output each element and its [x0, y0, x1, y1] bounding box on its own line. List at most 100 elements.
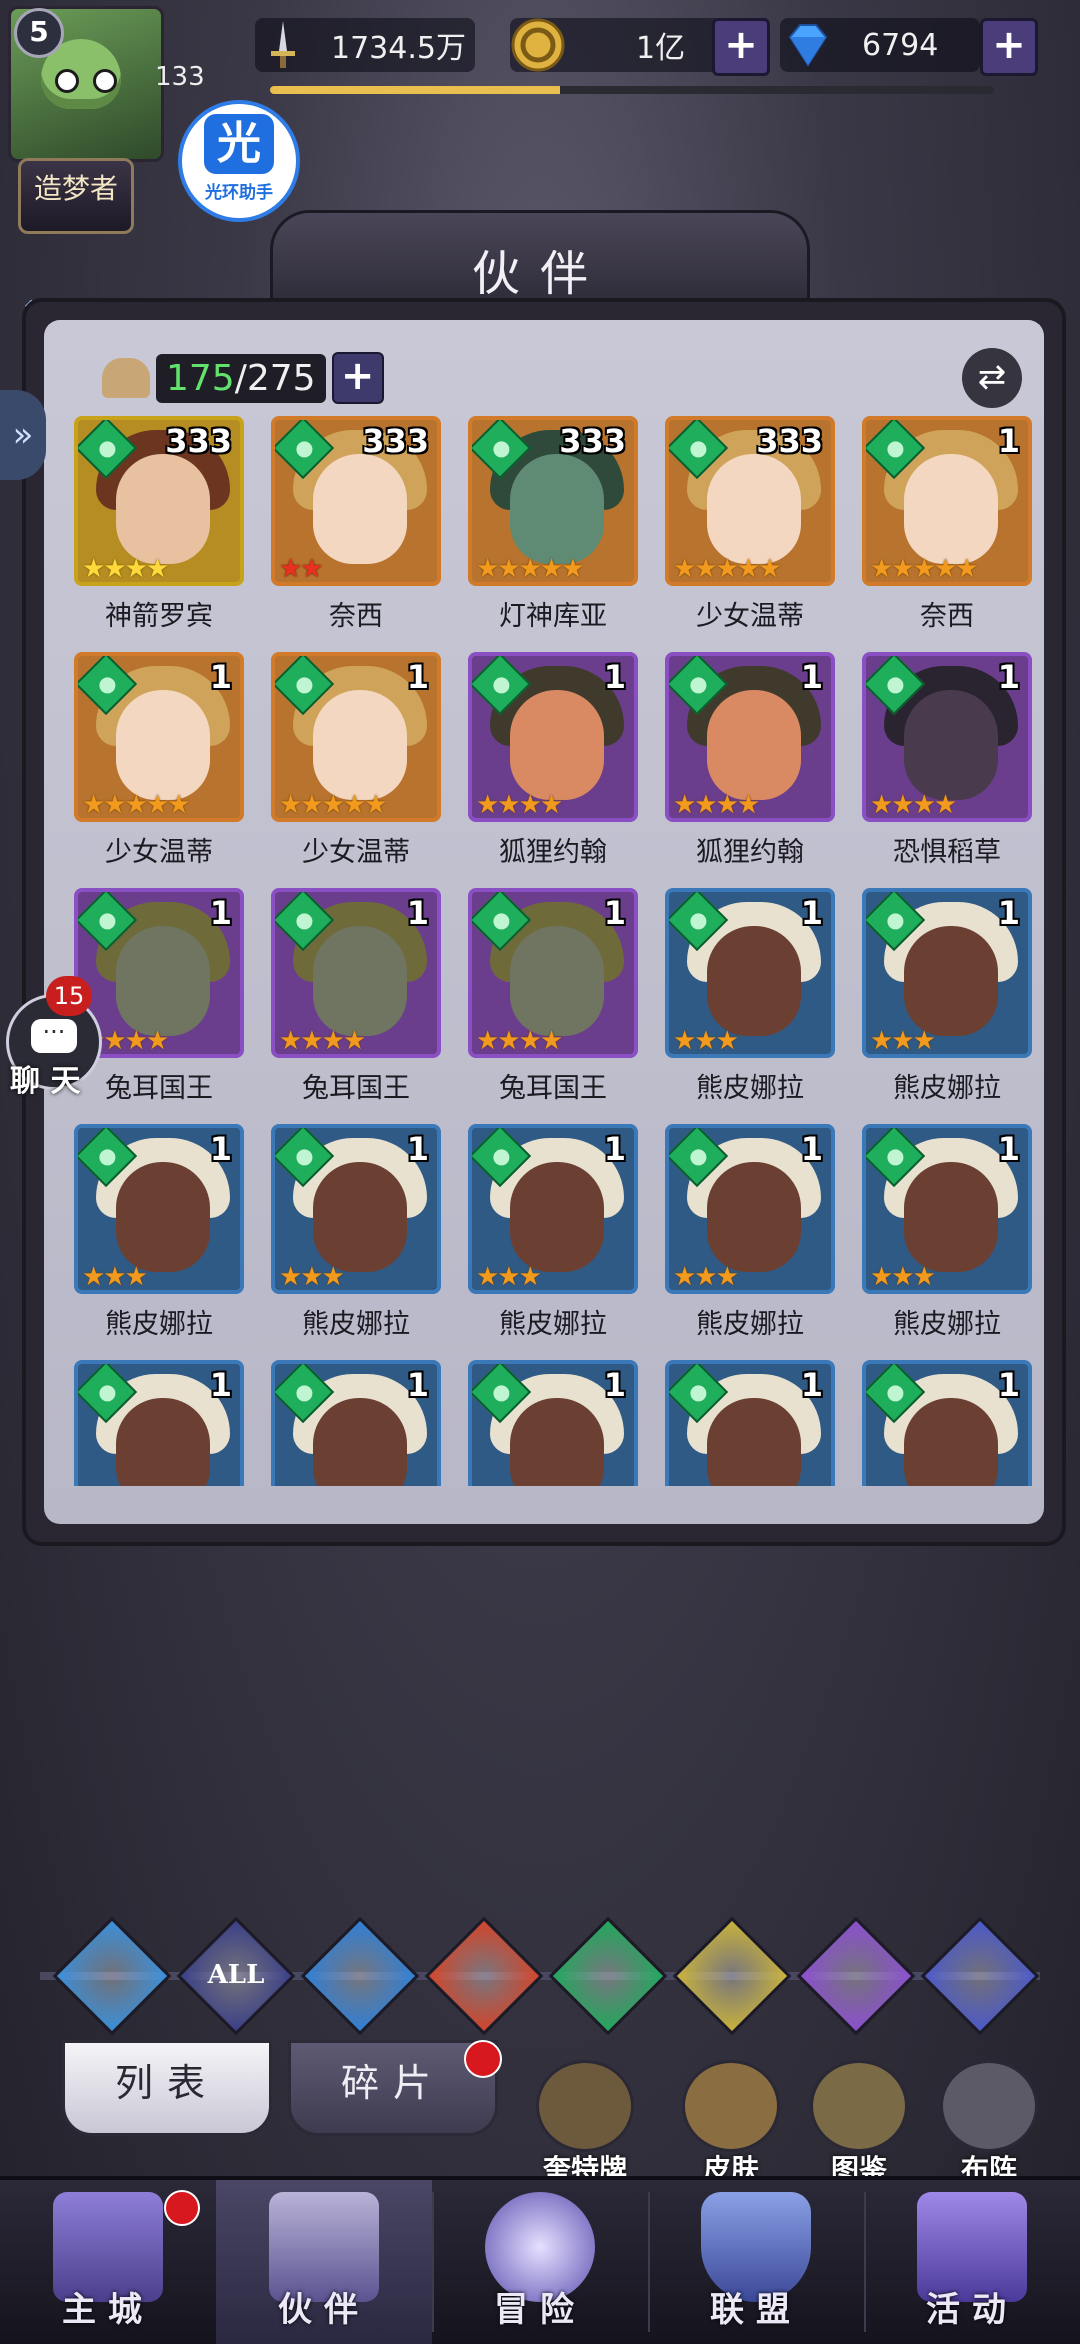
hero-card[interactable]: 1 ★★★★ 狐狸约翰 — [468, 652, 644, 882]
hero-card[interactable]: 1★★★熊皮娜拉 — [468, 1360, 644, 1486]
hero-card[interactable]: 1★★★熊皮娜拉 — [271, 1124, 447, 1354]
sort-swap-icon[interactable]: ⇄ — [962, 348, 1022, 408]
hero-level: 1 — [209, 894, 232, 932]
hero-card[interactable]: 1 ★★★★ 兔耳国王 — [74, 888, 250, 1118]
filter-cosmic[interactable] — [920, 1916, 1040, 2036]
hero-card[interactable]: 1★★★熊皮娜拉 — [468, 1124, 644, 1354]
hero-stars: ★★★★★ — [673, 554, 782, 584]
hero-stars: ★★ — [279, 554, 324, 584]
power-resource: 1734.5万 — [255, 18, 475, 72]
hero-portrait: 1★★★ — [74, 1360, 244, 1486]
nav-main-city[interactable]: 主城 — [0, 2180, 216, 2344]
hero-stars: ★★★ — [870, 1262, 936, 1292]
hero-level: 1 — [406, 1130, 429, 1168]
hero-card[interactable]: 1★★★熊皮娜拉 — [271, 1360, 447, 1486]
hero-name: 熊皮娜拉 — [302, 1309, 410, 1340]
hero-card[interactable]: 1★★★熊皮娜拉 — [665, 1360, 841, 1486]
helper-label: 光环助手 — [205, 183, 273, 203]
hero-card[interactable]: 1★★★熊皮娜拉 — [74, 1360, 250, 1486]
hero-name: 兔耳国王 — [499, 1073, 607, 1104]
tab-list[interactable]: 列表 — [62, 2040, 272, 2136]
hero-name: 少女温蒂 — [302, 837, 410, 868]
diamond-icon — [788, 24, 828, 67]
gem-amount: 6794 — [862, 27, 939, 63]
quest-cards-button[interactable]: 奎特牌 — [530, 2060, 640, 2188]
filter-dark[interactable] — [796, 1916, 916, 2036]
hero-level: 1 — [209, 1130, 232, 1168]
hero-level: 1 — [603, 1366, 626, 1404]
hero-portrait: 1★★★ — [271, 1360, 441, 1486]
hero-card[interactable]: 1 ★★★★★ 少女温蒂 — [74, 652, 250, 882]
hero-card[interactable]: 1 ★★★★ 兔耳国王 — [468, 888, 644, 1118]
hero-card[interactable]: 1 ★★★★ 恐惧稻草 — [862, 652, 1036, 882]
formation-button[interactable]: 布阵 — [934, 2060, 1044, 2188]
skins-button[interactable]: 皮肤 — [676, 2060, 786, 2188]
hero-card[interactable]: 1★★★熊皮娜拉 — [862, 1360, 1036, 1486]
hero-card[interactable]: 1 ★★★★★ 奈西 — [862, 416, 1036, 646]
hero-card[interactable]: 333 ★★★★ 神箭罗宾 — [74, 416, 250, 646]
hero-card[interactable]: 1 ★★★★ 狐狸约翰 — [665, 652, 841, 882]
exp-progress-fill — [270, 86, 560, 94]
partner-count: 175/275 + — [102, 352, 384, 404]
hero-level: 1 — [800, 894, 823, 932]
cards-icon — [536, 2060, 634, 2152]
exp-progress-bar — [270, 86, 994, 94]
hero-stars: ★★★ — [476, 1262, 542, 1292]
hero-name: 灯神库亚 — [499, 601, 607, 632]
hero-portrait: 333 ★★★★★ — [665, 416, 835, 586]
hero-card[interactable]: 1★★★熊皮娜拉 — [862, 888, 1036, 1118]
hero-card[interactable]: 333 ★★★★★ 少女温蒂 — [665, 416, 841, 646]
nav-adventure[interactable]: 冒险 — [432, 2180, 648, 2344]
filter-water[interactable] — [300, 1916, 420, 2036]
side-expand-icon[interactable]: » — [0, 390, 46, 480]
hero-portrait: 1 ★★★★ — [468, 652, 638, 822]
filter-fire[interactable] — [424, 1916, 544, 2036]
hero-card[interactable]: 1★★★熊皮娜拉 — [665, 888, 841, 1118]
nav-partners[interactable]: 伙伴 — [216, 2180, 432, 2344]
hero-card[interactable]: 1 ★★★ 熊皮娜拉 — [74, 1124, 250, 1354]
hero-portrait: 1 ★★★★★ — [862, 416, 1032, 586]
hero-stars: ★★★★ — [82, 554, 169, 584]
hero-name: 熊皮娜拉 — [105, 1309, 213, 1340]
hero-card[interactable]: 333 ★★★★★ 灯神库亚 — [468, 416, 644, 646]
add-gold-button[interactable]: + — [712, 18, 770, 76]
costume-icon — [682, 2060, 780, 2152]
codex-button[interactable]: 图鉴 — [804, 2060, 914, 2188]
hero-name: 熊皮娜拉 — [893, 1309, 1001, 1340]
power-amount: 1734.5万 — [331, 31, 466, 66]
hero-level: 1 — [603, 1130, 626, 1168]
hero-name: 兔耳国王 — [105, 1073, 213, 1104]
rank-label: 造梦者 — [33, 172, 118, 205]
hero-card[interactable]: 333 ★★ 奈西 — [271, 416, 447, 646]
filter-wind[interactable] — [548, 1916, 668, 2036]
player-exp-level: 133 — [155, 62, 205, 92]
nav-alliance-label: 联盟 — [710, 2290, 802, 2330]
nav-events[interactable]: 活动 — [864, 2180, 1080, 2344]
hero-level: 1 — [209, 658, 232, 696]
main-city-notification-dot — [164, 2190, 200, 2226]
hero-name: 奈西 — [920, 601, 974, 632]
partner-count-separator: / — [234, 357, 247, 399]
filter-default[interactable] — [52, 1916, 172, 2036]
hero-level: 1 — [997, 1366, 1020, 1404]
gem-resource: 6794 — [780, 18, 980, 72]
rank-plate[interactable]: 造梦者 ◆◆◆◆ — [18, 158, 134, 314]
partner-grid[interactable]: 333 ★★★★ 神箭罗宾 333 ★★ 奈西 333 ★★★★★ 灯神库亚 333 ★★★★★ 少女… — [74, 416, 1036, 1486]
hero-stars: ★★★ — [82, 1262, 148, 1292]
hero-portrait: 1★★★ — [665, 1360, 835, 1486]
expand-capacity-button[interactable]: + — [331, 352, 384, 404]
hero-card[interactable]: 1 ★★★★★ 少女温蒂 — [271, 652, 447, 882]
helper-button[interactable]: 光 光环助手 — [178, 100, 300, 222]
hero-card[interactable]: 1★★★熊皮娜拉 — [862, 1124, 1036, 1354]
panel-title-banner: 伙伴 — [270, 210, 810, 310]
gold-coin-icon — [511, 18, 565, 72]
hero-name: 狐狸约翰 — [499, 837, 607, 868]
hero-name: 神箭罗宾 — [105, 601, 213, 632]
add-gems-button[interactable]: + — [980, 18, 1038, 76]
hero-card[interactable]: 1 ★★★★ 兔耳国王 — [271, 888, 447, 1118]
hero-portrait: 1★★★ — [665, 888, 835, 1058]
hero-card[interactable]: 1★★★熊皮娜拉 — [665, 1124, 841, 1354]
partner-count-box: 175/275 — [156, 353, 326, 403]
filter-light[interactable] — [672, 1916, 792, 2036]
nav-alliance[interactable]: 联盟 — [648, 2180, 864, 2344]
